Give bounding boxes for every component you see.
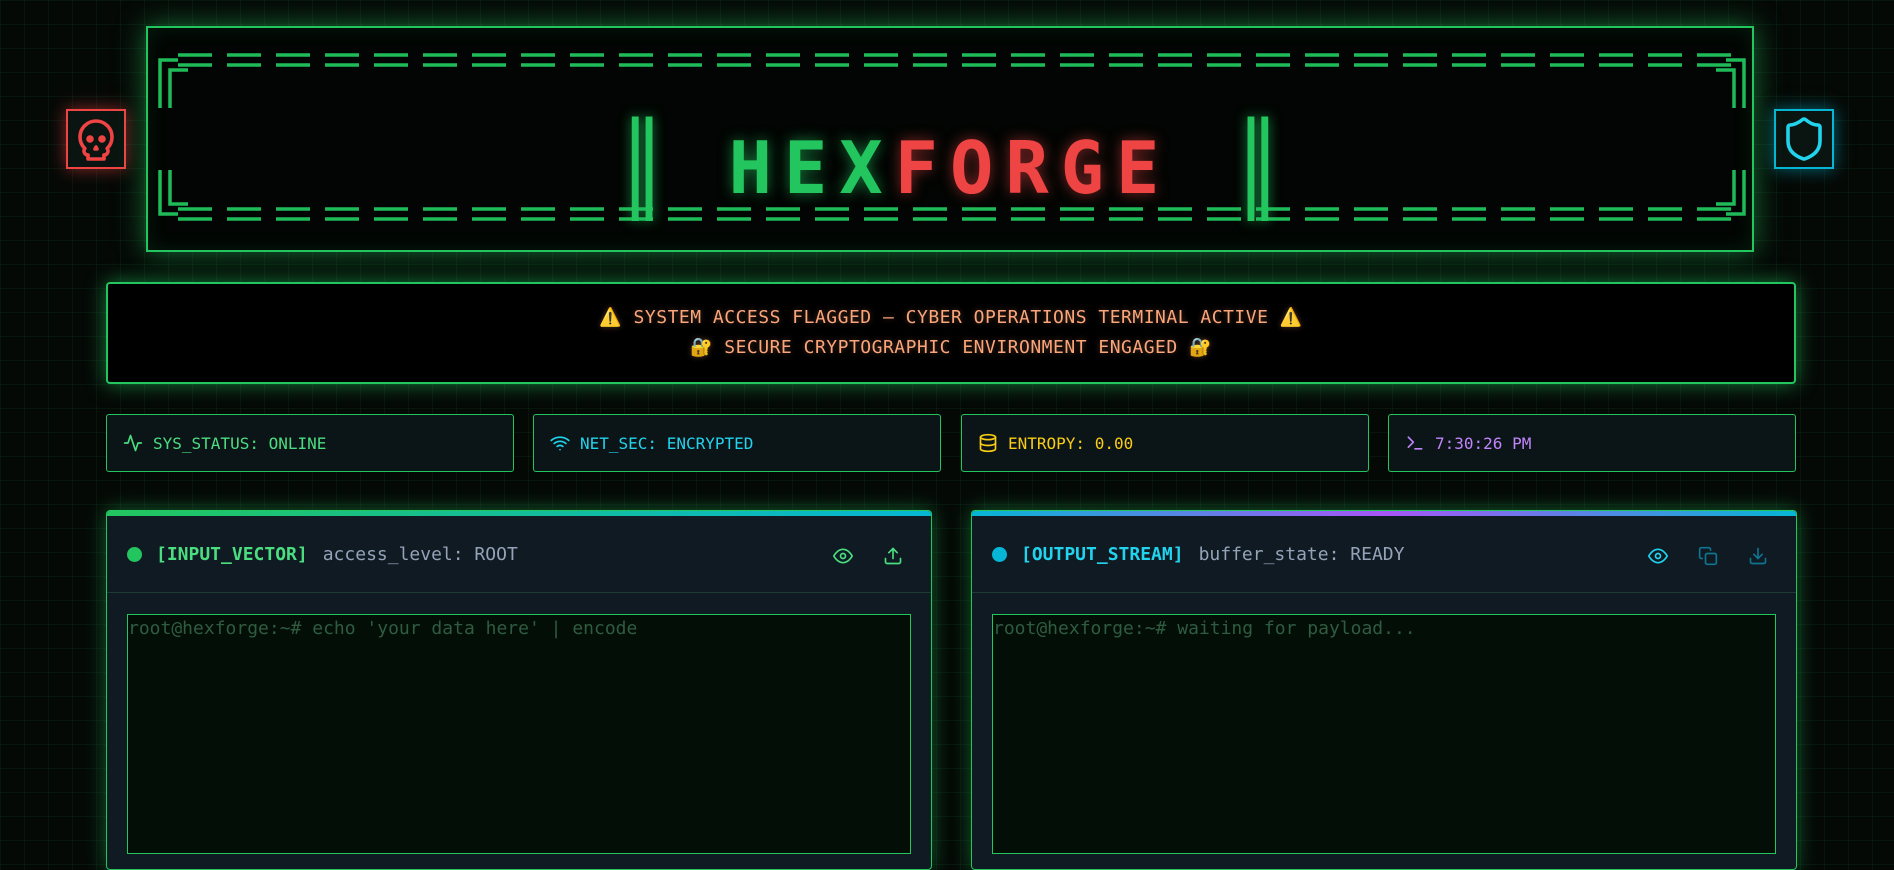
alert-line-2: 🔐 SECURE CRYPTOGRAPHIC ENVIRONMENT ENGAG… xyxy=(690,337,1212,358)
title-forge: FORGE xyxy=(894,126,1172,210)
title-right-bar: ║ xyxy=(1231,116,1285,220)
alert-banner: ⚠️ SYSTEM ACCESS FLAGGED — CYBER OPERATI… xyxy=(106,282,1796,384)
title-left-bar: ║ xyxy=(615,116,669,220)
title-banner: ║ HEX FORGE ║ xyxy=(146,26,1754,252)
skull-icon xyxy=(66,109,126,169)
download-icon[interactable] xyxy=(1742,540,1774,572)
database-icon xyxy=(979,433,997,453)
status-sys: SYS_STATUS: ONLINE xyxy=(106,414,514,472)
input-textarea[interactable] xyxy=(127,614,911,854)
copy-icon[interactable] xyxy=(1692,540,1724,572)
status-dot xyxy=(992,546,1007,562)
input-panel: [INPUT_VECTOR] access_level: ROOT xyxy=(106,510,932,870)
status-sys-label: SYS_STATUS: ONLINE xyxy=(153,433,327,453)
eye-icon[interactable] xyxy=(1642,540,1674,572)
status-dot xyxy=(127,546,142,562)
terminal-icon xyxy=(1407,436,1423,450)
output-panel-title: [OUTPUT_STREAM] xyxy=(1021,543,1184,565)
status-clock: 7:30:26 PM xyxy=(1388,414,1796,472)
input-panel-title: [INPUT_VECTOR] xyxy=(156,543,308,565)
shield-icon xyxy=(1774,109,1834,169)
output-panel-header: [OUTPUT_STREAM] buffer_state: READY xyxy=(972,516,1796,593)
status-entropy: ENTROPY: 0.00 xyxy=(961,414,1369,472)
app-title: ║ HEX FORGE ║ xyxy=(148,117,1752,220)
eye-icon[interactable] xyxy=(827,540,859,572)
status-clock-label: 7:30:26 PM xyxy=(1435,433,1532,453)
upload-icon[interactable] xyxy=(877,540,909,572)
status-net-label: NET_SEC: ENCRYPTED xyxy=(580,433,754,453)
output-panel-meta: buffer_state: READY xyxy=(1198,543,1405,565)
title-hex: HEX xyxy=(728,126,895,210)
activity-icon xyxy=(123,434,143,452)
alert-line-1: ⚠️ SYSTEM ACCESS FLAGGED — CYBER OPERATI… xyxy=(599,307,1303,328)
wifi-icon xyxy=(550,436,570,451)
status-entropy-label: ENTROPY: 0.00 xyxy=(1008,433,1134,453)
input-panel-meta: access_level: ROOT xyxy=(322,543,518,565)
output-panel: [OUTPUT_STREAM] buffer_state: READY xyxy=(971,510,1797,870)
input-panel-header: [INPUT_VECTOR] access_level: ROOT xyxy=(107,516,931,593)
output-textarea[interactable] xyxy=(992,614,1776,854)
status-net: NET_SEC: ENCRYPTED xyxy=(533,414,941,472)
